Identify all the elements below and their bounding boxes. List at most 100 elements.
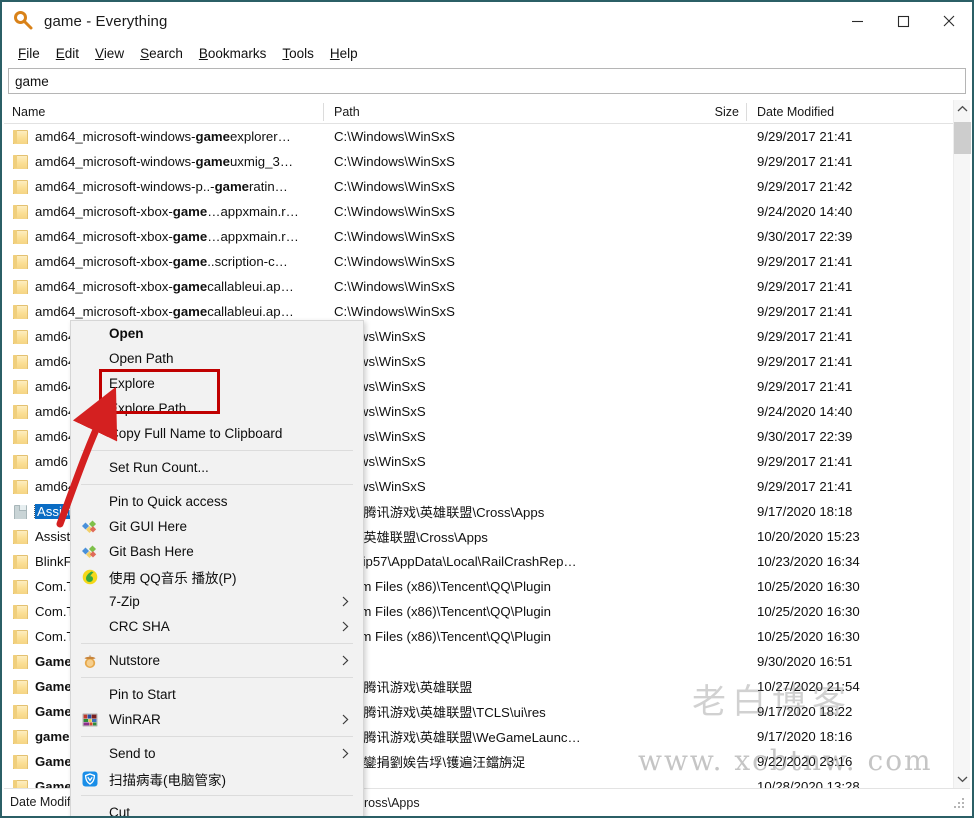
file-name-text: Assistl: [35, 529, 73, 544]
table-row[interactable]: amd64_microsoft-xbox-game…appxmain.r… C:\…: [4, 199, 953, 224]
cell-name: amd64_microsoft-xbox-game…appxmain.r…: [4, 229, 324, 244]
folder-icon: [12, 255, 28, 269]
cell-path: C:\Windows\WinSxS: [324, 204, 644, 219]
folder-icon: [12, 480, 28, 494]
cell-name: amd64_microsoft-xbox-game..scription-c…: [4, 254, 324, 269]
column-header-size[interactable]: Size: [644, 100, 747, 124]
vertical-scrollbar[interactable]: [953, 100, 970, 788]
scrollbar-thumb[interactable]: [954, 122, 971, 154]
context-menu-item[interactable]: Explore: [71, 371, 363, 396]
cell-date-modified: 9/24/2020 14:40: [747, 204, 953, 219]
folder-icon: [12, 730, 28, 744]
cell-date-modified: 9/29/2017 21:41: [747, 454, 953, 469]
context-menu-item[interactable]: Cut: [71, 800, 363, 818]
cell-path: indows\WinSxS: [324, 429, 644, 444]
table-row[interactable]: amd64_microsoft-xbox-game…appxmain.r… C:\…: [4, 224, 953, 249]
cell-path: ame\腾讯游戏\英雄联盟\TCLS\ui\res: [324, 702, 644, 721]
context-menu-item[interactable]: Open Path: [71, 346, 363, 371]
context-menu-item-label: WinRAR: [101, 712, 161, 727]
context-menu-separator: [81, 795, 353, 796]
context-menu-item[interactable]: Set Run Count...: [71, 455, 363, 480]
column-header-row: Name Path Size Date Modified: [4, 100, 970, 124]
column-header-path[interactable]: Path: [324, 100, 644, 124]
scroll-up-arrow-icon[interactable]: [954, 100, 971, 118]
cell-date-modified: 9/30/2017 22:39: [747, 229, 953, 244]
context-menu-item[interactable]: WinRAR: [71, 707, 363, 732]
context-menu-item[interactable]: Copy Full Name to Clipboard: [71, 421, 363, 446]
cell-path: C:\Windows\WinSxS: [324, 304, 644, 319]
menu-help[interactable]: Help: [322, 44, 366, 63]
column-header-name-label: Name: [12, 105, 45, 119]
app-magnifier-key-icon: [10, 7, 38, 35]
folder-icon: [12, 280, 28, 294]
file-name-text: Game: [35, 779, 72, 788]
file-name-text: Game: [35, 679, 72, 694]
cell-name: amd64_microsoft-windows-gameexplorer…: [4, 129, 324, 144]
cell-name: amd64_microsoft-windows-p..-gameratin…: [4, 179, 324, 194]
table-row[interactable]: amd64_microsoft-windows-p..-gameratin…C:…: [4, 174, 953, 199]
cell-path: indows\WinSxS: [324, 479, 644, 494]
everything-window: game - Everything File Edit View Search …: [0, 0, 974, 818]
context-menu-item[interactable]: Pin to Start: [71, 682, 363, 707]
winrar-icon: [79, 712, 101, 728]
file-name-text: Game: [35, 704, 72, 719]
folder-icon: [12, 205, 28, 219]
context-menu-item[interactable]: Send to: [71, 741, 363, 766]
column-header-date[interactable]: Date Modified: [747, 100, 970, 124]
cell-path: C:\Windows\WinSxS: [324, 229, 644, 244]
menu-bookmarks[interactable]: Bookmarks: [191, 44, 275, 63]
folder-icon: [12, 755, 28, 769]
scroll-down-arrow-icon[interactable]: [954, 770, 971, 788]
git-icon: [79, 519, 101, 535]
context-menu[interactable]: OpenOpen PathExploreExplore PathCopy Ful…: [70, 320, 364, 818]
file-name-text: amd64_microsoft-windows-gameuxmig_3…: [35, 154, 293, 169]
cell-path: indows\WinSxS: [324, 379, 644, 394]
menu-tools[interactable]: Tools: [274, 44, 322, 63]
search-input-value: game: [9, 74, 49, 89]
file-name-text: amd64_microsoft-xbox-game…appxmain.r…: [35, 229, 299, 244]
table-row[interactable]: amd64_microsoft-xbox-game..scription-c…C…: [4, 249, 953, 274]
file-name-text: Com.T: [35, 579, 75, 594]
table-row[interactable]: amd64_microsoft-windows-gameuxmig_3…C:\W…: [4, 149, 953, 174]
file-name-text: amd64_microsoft-xbox-game..scription-c…: [35, 254, 288, 269]
git-icon: [79, 544, 101, 560]
menu-edit[interactable]: Edit: [48, 44, 87, 63]
table-row[interactable]: amd64_microsoft-xbox-gamecallableui.ap…C…: [4, 274, 953, 299]
menu-search[interactable]: Search: [132, 44, 191, 63]
file-name-text: amd64_microsoft-xbox-game…appxmain.r…: [35, 204, 299, 219]
context-menu-item[interactable]: 扫描病毒(电脑管家): [71, 766, 363, 791]
chevron-right-icon: [342, 648, 349, 673]
menu-file[interactable]: File: [10, 44, 48, 63]
context-menu-item[interactable]: Nutstore: [71, 648, 363, 673]
context-menu-item[interactable]: Git Bash Here: [71, 539, 363, 564]
context-menu-item[interactable]: Explore Path: [71, 396, 363, 421]
folder-icon: [12, 655, 28, 669]
context-menu-item[interactable]: Git GUI Here: [71, 514, 363, 539]
cell-name: amd64_microsoft-xbox-gamecallableui.ap…: [4, 279, 324, 294]
cell-date-modified: 9/29/2017 21:41: [747, 279, 953, 294]
pc-manager-shield-icon: [79, 771, 101, 787]
maximize-button[interactable]: [880, 2, 926, 40]
chevron-right-icon: [342, 741, 349, 766]
cell-path: indows\WinSxS: [324, 354, 644, 369]
context-menu-item[interactable]: Open: [71, 321, 363, 346]
nutstore-acorn-icon: [79, 653, 101, 669]
status-path-text: 雄联盟\Cross\Apps: [304, 792, 952, 811]
context-menu-item-label: 7-Zip: [101, 594, 140, 609]
context-menu-item[interactable]: 使用 QQ音乐 播放(P): [71, 564, 363, 589]
resize-grip-icon[interactable]: [952, 794, 968, 810]
column-header-name[interactable]: Name: [4, 100, 324, 124]
qq-music-icon: [79, 569, 101, 585]
search-input[interactable]: game: [8, 68, 966, 94]
context-menu-item[interactable]: 7-Zip: [71, 589, 363, 614]
menu-view[interactable]: View: [87, 44, 132, 63]
table-row[interactable]: amd64_microsoft-windows-gameexplorer…C:\…: [4, 124, 953, 149]
context-menu-item[interactable]: Pin to Quick access: [71, 489, 363, 514]
context-menu-item[interactable]: CRC SHA: [71, 614, 363, 639]
file-name-text: amd6: [35, 454, 68, 469]
context-menu-item-label: Git Bash Here: [101, 544, 194, 559]
minimize-button[interactable]: [834, 2, 880, 40]
close-button[interactable]: [926, 2, 972, 40]
context-menu-item-label: Send to: [101, 746, 156, 761]
column-header-date-label: Date Modified: [757, 105, 834, 119]
